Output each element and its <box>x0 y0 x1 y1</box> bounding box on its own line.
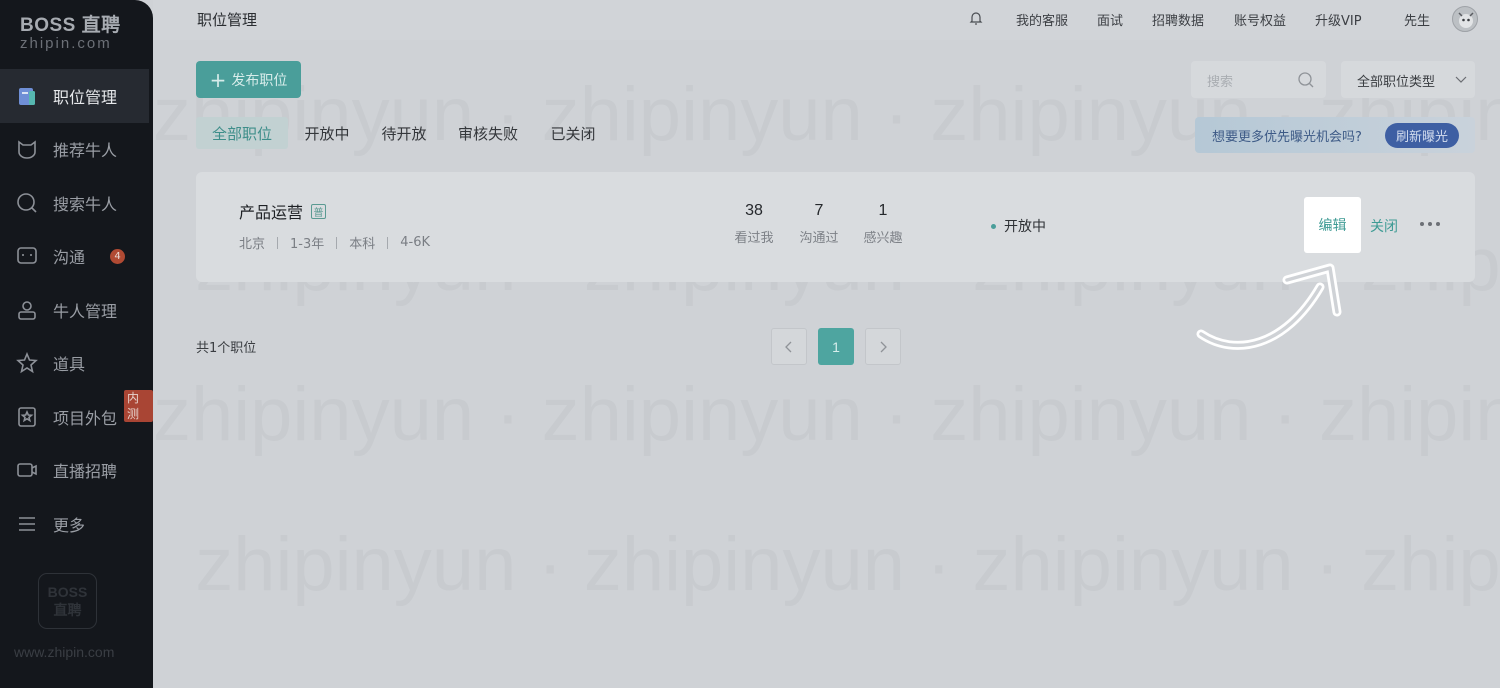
chevron-right-icon <box>880 341 887 352</box>
topbar: 职位管理 我的客服 面试 招聘数据 账号权益 升级VIP 先生 <box>153 0 1500 40</box>
divider <box>336 236 338 249</box>
stat-viewed-me[interactable]: 38 看过我 <box>732 202 776 246</box>
publish-job-button[interactable]: + 发布职位 <box>196 61 301 98</box>
tab-pending[interactable]: 待开放 <box>378 117 430 149</box>
topbar-link-support[interactable]: 我的客服 <box>1016 10 1068 29</box>
job-education: 本科 <box>349 237 376 252</box>
star-badge-icon <box>16 406 38 428</box>
stat-number: 1 <box>878 202 888 219</box>
divider <box>387 236 389 249</box>
topbar-link-data[interactable]: 招聘数据 <box>1152 10 1204 29</box>
pointer-arrow-icon <box>1196 263 1342 350</box>
briefcase-icon <box>16 85 38 107</box>
topbar-link-rights[interactable]: 账号权益 <box>1234 10 1286 29</box>
job-type-tag: 普 <box>311 203 327 219</box>
video-camera-icon <box>16 459 38 481</box>
publish-job-label: 发布职位 <box>231 72 288 89</box>
plus-icon: + <box>209 67 227 92</box>
job-type-select-value: 全部职位类型 <box>1357 75 1436 90</box>
sidebar-item-job-management[interactable]: 职位管理 <box>0 69 149 123</box>
brand-logo[interactable]: BOSS 直聘 zhipin.com <box>20 10 121 52</box>
total-count: 共1个职位 <box>196 341 257 356</box>
sidebar-item-label: 推荐牛人 <box>53 141 118 161</box>
brand-name: BOSS 直聘 <box>20 15 121 36</box>
sidebar-item-outsourcing[interactable]: 项目外包 内测 <box>0 390 153 444</box>
avatar[interactable] <box>1452 6 1478 32</box>
job-status: 开放中 <box>991 216 1046 236</box>
sidebar-item-recommend[interactable]: 推荐牛人 <box>0 123 153 177</box>
menu-icon <box>16 513 38 535</box>
sidebar: BOSS 直聘 zhipin.com 职位管理 推荐牛人 搜索牛人 沟通 4 牛… <box>0 0 153 688</box>
sidebar-item-label: 项目外包 <box>53 408 118 428</box>
cat-face-icon <box>16 138 38 160</box>
sidebar-item-label: 牛人管理 <box>53 301 118 321</box>
job-salary: 4-6K <box>400 235 431 250</box>
beta-tag: 内测 <box>124 390 153 422</box>
page-title: 职位管理 <box>197 11 258 29</box>
stat-number: 38 <box>745 202 763 219</box>
star-icon <box>16 352 38 374</box>
topbar-user-name[interactable]: 先生 <box>1404 10 1430 29</box>
next-page-button[interactable] <box>865 328 901 365</box>
footer-logo-line2: 直聘 <box>53 602 82 618</box>
sidebar-nav: 职位管理 推荐牛人 搜索牛人 沟通 4 牛人管理 道具 项目外包 内测 直播招聘… <box>0 69 153 551</box>
job-experience: 1-3年 <box>290 237 325 252</box>
stat-contacted[interactable]: 7 沟通过 <box>797 202 841 246</box>
more-options-icon[interactable] <box>1420 222 1440 226</box>
search-input[interactable]: 搜索 <box>1191 61 1326 98</box>
sidebar-item-chat[interactable]: 沟通 4 <box>0 230 153 284</box>
bell-icon[interactable] <box>968 10 984 26</box>
job-meta: 北京 1-3年 本科 4-6K <box>239 233 430 252</box>
promo-text: 想要更多优先曝光机会吗? <box>1212 130 1362 145</box>
page-number-current[interactable]: 1 <box>818 328 854 365</box>
search-icon <box>1298 72 1314 88</box>
sidebar-item-candidates[interactable]: 牛人管理 <box>0 283 153 337</box>
user-icon <box>16 299 38 321</box>
footer-url: www.zhipin.com <box>14 644 115 660</box>
sidebar-item-label: 职位管理 <box>53 87 118 107</box>
stat-label: 看过我 <box>734 231 774 246</box>
job-city: 北京 <box>239 237 266 252</box>
tab-open[interactable]: 开放中 <box>301 117 353 149</box>
unread-count-badge: 4 <box>110 248 125 264</box>
exposure-promo-banner: 想要更多优先曝光机会吗? 刷新曝光 <box>1195 117 1475 153</box>
sidebar-item-label: 道具 <box>53 355 86 375</box>
divider <box>277 236 279 249</box>
status-dot <box>991 223 996 229</box>
chevron-down-icon <box>1455 76 1467 83</box>
sidebar-item-props[interactable]: 道具 <box>0 337 153 391</box>
sidebar-item-live[interactable]: 直播招聘 <box>0 444 153 498</box>
search-icon <box>16 192 38 214</box>
prev-page-button[interactable] <box>771 328 807 365</box>
job-type-select[interactable]: 全部职位类型 <box>1341 61 1475 98</box>
tab-review-failed[interactable]: 审核失败 <box>455 117 521 149</box>
chevron-left-icon <box>785 341 792 352</box>
tab-closed[interactable]: 已关闭 <box>547 117 599 149</box>
stat-interested[interactable]: 1 感兴趣 <box>861 202 905 246</box>
chat-icon <box>16 245 38 267</box>
sidebar-item-label: 沟通 <box>53 248 86 268</box>
stat-label: 沟通过 <box>799 231 839 246</box>
refresh-exposure-button[interactable]: 刷新曝光 <box>1385 123 1459 148</box>
sidebar-item-more[interactable]: 更多 <box>0 497 153 551</box>
stat-label: 感兴趣 <box>863 231 903 246</box>
edit-job-button[interactable]: 编辑 <box>1304 197 1361 253</box>
sidebar-item-label: 搜索牛人 <box>53 194 118 214</box>
brand-domain: zhipin.com <box>20 35 112 52</box>
topbar-link-interview[interactable]: 面试 <box>1097 10 1123 29</box>
stat-number: 7 <box>814 202 824 219</box>
job-title-row: 产品运营 普 <box>239 199 327 223</box>
tab-all-jobs[interactable]: 全部职位 <box>196 117 288 149</box>
footer-logo: BOSS 直聘 <box>38 573 97 629</box>
sidebar-item-search[interactable]: 搜索牛人 <box>0 176 153 230</box>
job-status-label: 开放中 <box>1004 219 1046 235</box>
job-title[interactable]: 产品运营 <box>239 199 303 223</box>
sidebar-item-label: 更多 <box>53 515 86 535</box>
search-placeholder: 搜索 <box>1207 75 1234 90</box>
topbar-link-vip[interactable]: 升级VIP <box>1315 10 1362 29</box>
sidebar-item-label: 直播招聘 <box>53 462 118 482</box>
footer-logo-line1: BOSS <box>47 584 88 600</box>
close-job-button[interactable]: 关闭 <box>1370 216 1398 236</box>
